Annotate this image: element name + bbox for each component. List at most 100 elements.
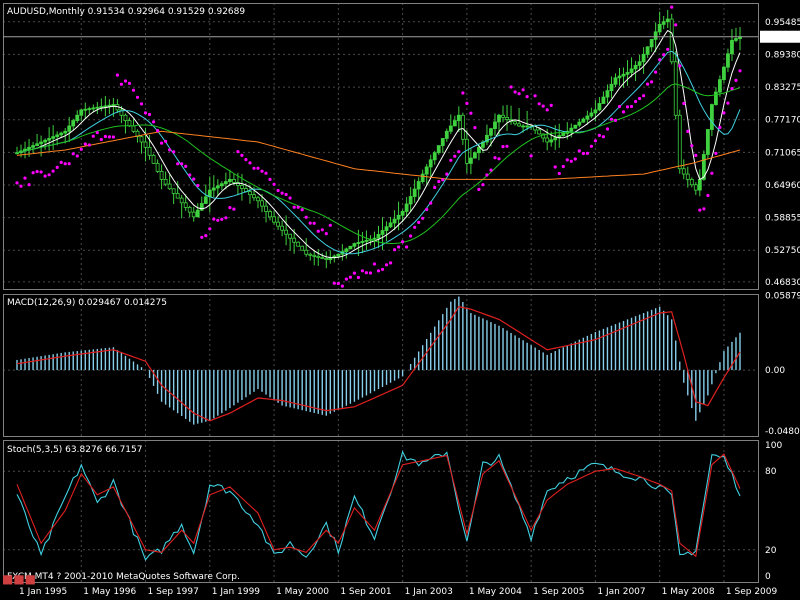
candle-body bbox=[420, 173, 425, 182]
candle-body bbox=[47, 138, 52, 141]
sar-dot bbox=[332, 281, 336, 285]
candle-body bbox=[718, 79, 722, 93]
sar-dot bbox=[380, 267, 385, 271]
sar-dot bbox=[368, 271, 373, 275]
candle-body bbox=[424, 166, 429, 175]
candle-body bbox=[219, 183, 224, 187]
sar-dot bbox=[236, 150, 240, 154]
sar-dot bbox=[393, 248, 397, 252]
sar-dot bbox=[147, 112, 152, 117]
candle-body bbox=[95, 106, 100, 109]
candle-body bbox=[517, 123, 521, 127]
candle-body bbox=[163, 179, 168, 185]
sar-dot bbox=[312, 221, 316, 225]
candle-body bbox=[597, 103, 602, 111]
sar-dot bbox=[196, 183, 200, 188]
sar-dot bbox=[127, 81, 132, 85]
watermark-logo: ■■■ bbox=[2, 572, 37, 586]
sar-dot bbox=[589, 144, 594, 148]
candle-body bbox=[714, 91, 718, 105]
x-tick-label: 1 Jan 1995 bbox=[19, 587, 67, 597]
price-chart: 0.95485 0.89380 0.83275 0.77170 0.71065 0.649… bbox=[3, 3, 800, 290]
macd-pane[interactable]: 0.058793 0.00 -0.04806 MACD(12,26,9) 0.0294… bbox=[3, 292, 800, 437]
sar-dot bbox=[364, 271, 368, 275]
sar-dot bbox=[292, 205, 296, 209]
candle-body bbox=[601, 96, 606, 104]
sar-dot bbox=[372, 262, 377, 266]
candle-body bbox=[231, 179, 236, 183]
sar-dot bbox=[43, 174, 47, 178]
candle-body bbox=[693, 184, 698, 191]
candle-body bbox=[448, 125, 453, 132]
sar-dot bbox=[521, 88, 525, 92]
sar-dot bbox=[47, 173, 51, 177]
candle-body bbox=[159, 170, 164, 180]
sar-dot bbox=[629, 104, 634, 109]
sar-dot bbox=[549, 103, 553, 107]
x-tick-label: 1 May 2004 bbox=[469, 587, 522, 597]
candle-body bbox=[300, 245, 305, 251]
candle-body bbox=[284, 229, 289, 235]
sar-dot bbox=[525, 95, 529, 99]
candle-body bbox=[444, 130, 449, 139]
candle-body bbox=[256, 197, 260, 202]
candle-body bbox=[328, 257, 333, 260]
candle-body bbox=[360, 241, 365, 243]
sar-dot bbox=[168, 148, 172, 152]
candle-body bbox=[497, 114, 501, 123]
sar-dot bbox=[352, 271, 356, 275]
sar-dot bbox=[613, 118, 618, 122]
sar-dot bbox=[220, 217, 224, 221]
sar-dot bbox=[260, 169, 264, 173]
candle-body bbox=[203, 196, 208, 204]
candle-body bbox=[296, 241, 301, 247]
sar-dot bbox=[131, 88, 136, 92]
candle-body bbox=[59, 132, 64, 136]
sar-dot bbox=[296, 205, 300, 209]
candle-body bbox=[726, 53, 730, 68]
price-chart-pane[interactable]: 0.95485 0.89380 0.83275 0.77170 0.71065 0.649… bbox=[3, 3, 800, 290]
candle-body bbox=[404, 203, 409, 212]
sar-dot bbox=[180, 162, 184, 166]
y-tick-label: 0.64960 bbox=[765, 181, 800, 191]
candle-body bbox=[436, 145, 441, 154]
y-tick-label: 0.83275 bbox=[765, 83, 800, 93]
y-tick-label: 0.00 bbox=[765, 366, 785, 376]
sar-dot bbox=[457, 150, 461, 154]
sar-dot bbox=[541, 104, 545, 108]
candle-body bbox=[456, 114, 461, 122]
sar-dot bbox=[714, 151, 718, 155]
sar-dot bbox=[71, 152, 75, 156]
candle-body bbox=[629, 68, 634, 73]
candle-body bbox=[123, 114, 128, 122]
candle-body bbox=[392, 218, 397, 224]
candle-body bbox=[147, 146, 152, 156]
candle-body bbox=[39, 141, 43, 145]
candle-body bbox=[493, 121, 497, 130]
stochastic-pane[interactable]: 100 80 20 0 Stoch(5,3,5) 63.8276 66.7157 1 Ja… bbox=[3, 440, 782, 597]
sar-dot bbox=[565, 158, 569, 162]
candle-body bbox=[376, 233, 381, 239]
sar-dot bbox=[328, 223, 332, 227]
sar-dot bbox=[340, 284, 344, 288]
candle-body bbox=[617, 75, 622, 79]
sar-dot bbox=[264, 171, 268, 175]
sar-dot bbox=[505, 144, 509, 148]
sar-dot bbox=[557, 171, 561, 176]
y-tick-label: 0.058793 bbox=[765, 292, 800, 302]
candle-body bbox=[111, 104, 116, 106]
candle-body bbox=[87, 108, 92, 110]
candle-body bbox=[312, 254, 317, 257]
sar-dot bbox=[477, 187, 481, 191]
candle-body bbox=[653, 31, 658, 40]
sar-dot bbox=[634, 99, 638, 104]
candle-body bbox=[577, 121, 582, 126]
sar-dot bbox=[481, 183, 485, 187]
sar-dot bbox=[384, 263, 389, 267]
sar-dot bbox=[650, 80, 654, 84]
sar-dot bbox=[164, 139, 168, 143]
candle-body bbox=[657, 23, 662, 33]
candle-body bbox=[127, 120, 132, 127]
candle-body bbox=[223, 181, 228, 185]
candle-body bbox=[215, 185, 220, 189]
